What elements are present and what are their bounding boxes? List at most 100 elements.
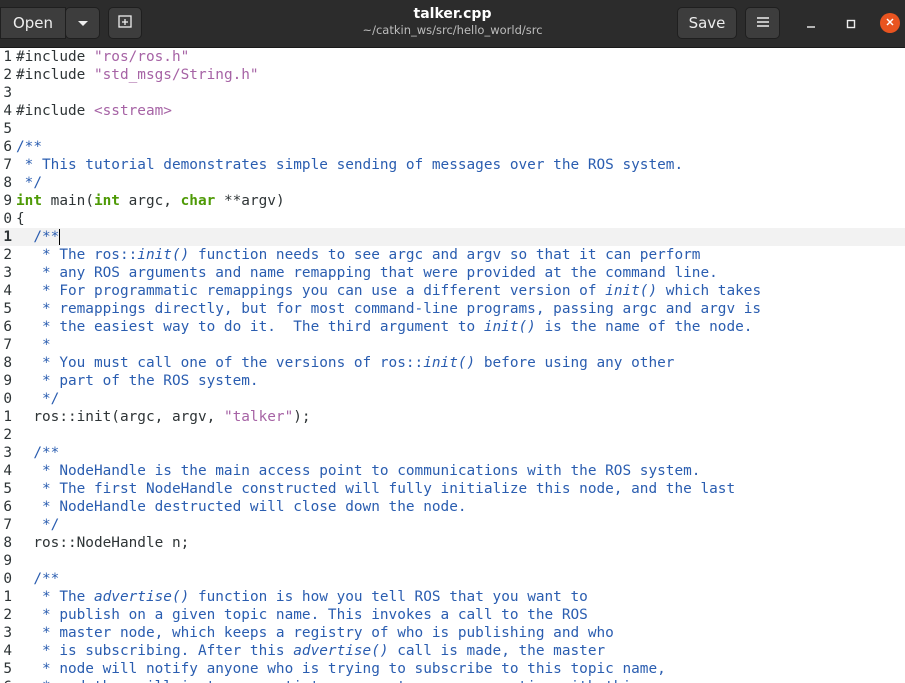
code-line[interactable]: 1 /** [0,228,905,246]
code-token: * remappings directly, but for most comm… [16,301,762,317]
code-text: ros::init(argc, argv, "talker"); [16,408,311,426]
code-text: * This tutorial demonstrates simple send… [16,156,683,174]
code-text: /** [16,228,61,246]
code-text: ros::NodeHandle n; [16,534,189,552]
code-line[interactable]: 2 [0,426,905,444]
code-token: * NodeHandle destructed will close down … [16,499,467,515]
code-line[interactable]: 1 #include "ros/ros.h" [0,48,905,66]
line-number: 4 [3,283,12,299]
code-line[interactable]: 1 * The advertise() function is how you … [0,588,905,606]
save-label: Save [688,14,726,32]
code-token: "ros/ros.h" [93,49,190,65]
code-token: /** [16,571,60,587]
code-text: { [16,210,25,228]
line-number: 5 [3,481,12,497]
code-line[interactable]: 5 * node will notify anyone who is tryin… [0,660,905,678]
code-text: #include "std_msgs/String.h" [16,66,259,84]
code-line[interactable]: 7 * [0,336,905,354]
code-token: int [16,193,42,209]
code-line[interactable]: 4 * is subscribing. After this advertise… [0,642,905,660]
code-line[interactable]: 6/** [0,138,905,156]
code-line[interactable]: 0{ [0,210,905,228]
maximize-button[interactable] [841,13,861,33]
new-tab-button[interactable] [108,7,142,39]
line-number: 3 [3,625,12,641]
code-line[interactable]: 5 [0,120,905,138]
code-editor[interactable]: 1 #include "ros/ros.h" 2 #include "std_msgs… [0,48,905,683]
code-text: * part of the ROS system. [16,372,259,390]
code-line[interactable]: 6 * and they will in turn negotiate a pe… [0,678,905,683]
code-token: "std_msgs/String.h" [93,67,259,83]
code-token: argc, [119,193,181,209]
code-line[interactable]: 2 #include "std_msgs/String.h" [0,66,905,84]
code-text: * For programmatic remappings you can us… [16,282,761,300]
code-text: */ [16,390,59,408]
code-text: * The first NodeHandle constructed will … [16,480,735,498]
line-number: 4 [3,103,12,119]
code-line[interactable]: 5 * remappings directly, but for most co… [0,300,905,318]
code-line[interactable]: 7 * This tutorial demonstrates simple se… [0,156,905,174]
code-line[interactable]: 9 [0,552,905,570]
code-token: * This tutorial demonstrates simple send… [16,157,684,173]
code-text: #include "ros/ros.h" [16,48,189,66]
code-line[interactable]: 8 * You must call one of the versions of… [0,354,905,372]
code-line[interactable]: 6 * NodeHandle destructed will close dow… [0,498,905,516]
line-number: 8 [3,535,12,551]
code-line[interactable]: 3 /** [0,444,905,462]
code-token: char [180,193,216,209]
code-token: main( [42,193,94,209]
code-token: ); [293,409,311,425]
minimize-button[interactable] [801,13,821,33]
code-token: function is how you tell ROS that you wa… [189,589,588,605]
line-number: 3 [3,265,12,281]
line-number: 6 [3,319,12,335]
code-line[interactable]: 4 * For programmatic remappings you can … [0,282,905,300]
code-token: /** [16,139,42,155]
code-token: function needs to see argc and argv so t… [189,247,701,263]
code-token: * For programmatic remappings you can us… [16,283,606,299]
code-line[interactable]: 2 * The ros::init() function needs to se… [0,246,905,264]
line-number: 0 [3,211,12,227]
save-button[interactable]: Save [677,7,737,39]
code-token: #include [16,67,94,83]
code-line[interactable]: 4 #include <sstream> [0,102,905,120]
code-line[interactable]: 4 * NodeHandle is the main access point … [0,462,905,480]
line-number: 4 [3,463,12,479]
code-token: before using any other [475,355,675,371]
line-number: 4 [3,643,12,659]
line-number: 5 [3,661,12,677]
code-line[interactable]: 9 * part of the ROS system. [0,372,905,390]
code-line[interactable]: 1 ros::init(argc, argv, "talker"); [0,408,905,426]
code-text: /** [16,570,59,588]
code-line[interactable]: 3 * master node, which keeps a registry … [0,624,905,642]
code-line[interactable]: 5 * The first NodeHandle constructed wil… [0,480,905,498]
code-line[interactable]: 2 * publish on a given topic name. This … [0,606,905,624]
code-line[interactable]: 6 * the easiest way to do it. The third … [0,318,905,336]
code-line[interactable]: 9 int main(int argc, char **argv) [0,192,905,210]
code-token: advertise() [293,643,389,659]
code-line[interactable]: 3 [0,84,905,102]
code-line[interactable]: 7 */ [0,516,905,534]
code-token: /** [16,229,60,245]
line-number: 2 [3,247,12,263]
close-icon [885,16,895,31]
open-dropdown-button[interactable] [65,7,100,39]
code-line[interactable]: 0 */ [0,390,905,408]
line-number: 7 [3,337,12,353]
code-line[interactable]: 8 */ [0,174,905,192]
code-token: ros::NodeHandle n; [16,535,190,551]
code-token: * master node, which keeps a registry of… [16,625,614,641]
code-token: * publish on a given topic name. This in… [16,607,588,623]
close-button[interactable] [880,13,900,33]
chevron-down-icon [77,14,89,32]
open-button[interactable]: Open [0,7,66,39]
code-line[interactable]: 3 * any ROS arguments and name remapping… [0,264,905,282]
title-block: talker.cpp ~/catkin_ws/src/hello_world/s… [300,6,605,38]
line-number: 9 [3,193,12,209]
code-line[interactable]: 8 ros::NodeHandle n; [0,534,905,552]
code-text: * [16,336,51,354]
code-line[interactable]: 0 /** [0,570,905,588]
line-number: 0 [3,571,12,587]
code-token: { [16,211,25,227]
menu-button[interactable] [745,7,780,39]
